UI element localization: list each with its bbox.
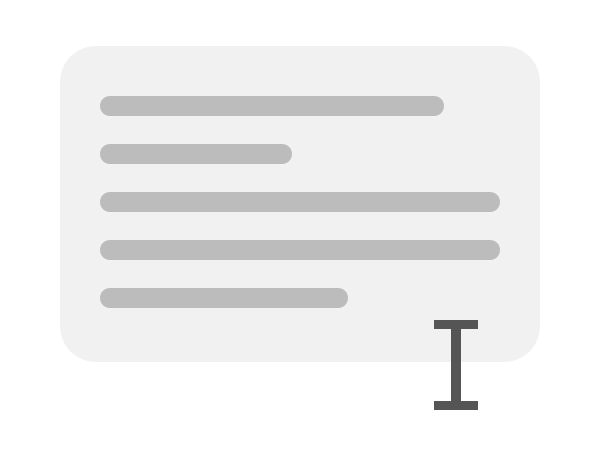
text-line-5	[100, 288, 348, 308]
text-line-3	[100, 192, 500, 212]
text-cursor-icon	[434, 320, 478, 410]
illustration	[0, 0, 600, 451]
text-line-2	[100, 144, 292, 164]
text-line-4	[100, 240, 500, 260]
text-line-1	[100, 96, 444, 116]
